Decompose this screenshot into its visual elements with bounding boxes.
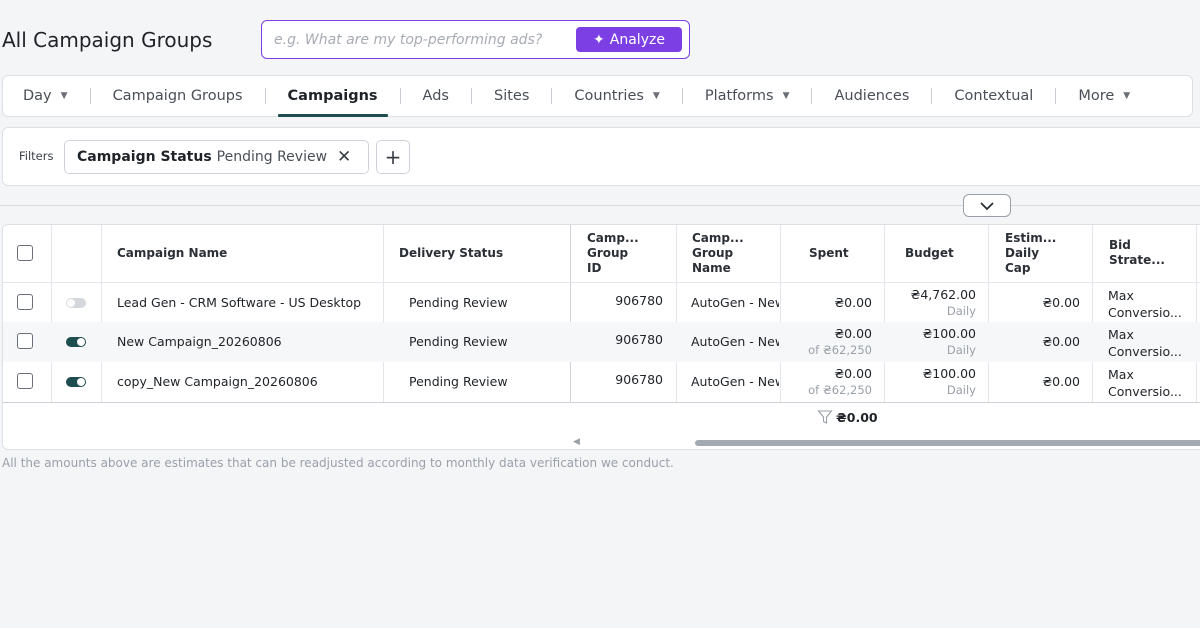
- spent-value: ₴0.00: [834, 326, 872, 341]
- ai-query-input[interactable]: [274, 29, 564, 51]
- filter-bar: Filters Campaign Status Pending Review ✕…: [2, 127, 1200, 186]
- row-checkbox[interactable]: [17, 294, 33, 310]
- campaign-group-id: 906780: [615, 332, 663, 347]
- bid-strategy: Max Conversio...: [1108, 288, 1182, 320]
- filters-label: Filters: [19, 149, 54, 163]
- breakdown-tabs: Day ▼ Campaign Groups Campaigns Ads Sites…: [2, 75, 1193, 117]
- table-row[interactable]: copy_New Campaign_20260806 Pending Revie…: [3, 362, 1200, 402]
- filter-chip-key: Campaign Status: [77, 149, 212, 165]
- scroll-left-arrow-icon[interactable]: ◀: [573, 437, 580, 447]
- spent-value: ₴0.00: [834, 366, 872, 381]
- analyze-button[interactable]: ✦ Analyze: [576, 27, 682, 52]
- tab-sites[interactable]: Sites: [484, 76, 539, 116]
- campaign-name-link[interactable]: Lead Gen - CRM Software - US Desktop: [117, 295, 379, 310]
- delivery-status: Pending Review: [409, 295, 508, 310]
- campaign-group-name[interactable]: AutoGen - New: [691, 334, 779, 349]
- table-row[interactable]: New Campaign_20260806 Pending Review 906…: [3, 322, 1200, 362]
- tab-audiences[interactable]: Audiences: [824, 76, 919, 116]
- row-checkbox[interactable]: [17, 333, 33, 349]
- campaign-group-id: 906780: [615, 293, 663, 308]
- footnote: All the amounts above are estimates that…: [2, 456, 674, 470]
- campaign-group-id: 906780: [615, 372, 663, 387]
- col-header-campaign-name[interactable]: Campaign Name: [117, 246, 227, 261]
- tab-separator: [470, 88, 472, 104]
- tab-more[interactable]: More ▼: [1068, 76, 1140, 116]
- budget-value: ₴100.00: [922, 366, 976, 381]
- col-header-campaign-group-name[interactable]: Camp... Group Name: [692, 231, 744, 276]
- delivery-status: Pending Review: [409, 334, 508, 349]
- add-filter-button[interactable]: +: [376, 140, 410, 174]
- col-header-spent[interactable]: Spent: [809, 246, 849, 261]
- tab-platforms[interactable]: Platforms ▼: [695, 76, 800, 116]
- tab-separator: [931, 88, 933, 104]
- budget-value: ₴100.00: [922, 326, 976, 341]
- collapse-toggle-button[interactable]: [963, 194, 1011, 217]
- tab-separator: [551, 88, 553, 104]
- campaign-name-link[interactable]: New Campaign_20260806: [117, 334, 379, 349]
- tab-separator: [1055, 88, 1057, 104]
- section-divider: [0, 205, 1200, 206]
- tab-campaign-groups[interactable]: Campaign Groups: [103, 76, 253, 116]
- tab-separator: [681, 88, 683, 104]
- bid-strategy: Max Conversio...: [1108, 327, 1182, 359]
- tab-separator: [811, 88, 813, 104]
- select-all-checkbox[interactable]: [17, 245, 33, 261]
- tab-day[interactable]: Day ▼: [13, 76, 78, 116]
- col-header-delivery-status[interactable]: Delivery Status: [399, 246, 503, 261]
- sparkle-icon: ✦: [593, 31, 605, 48]
- caret-down-icon: ▼: [782, 91, 790, 101]
- daily-cap-value: ₴0.00: [1042, 374, 1080, 389]
- delivery-status: Pending Review: [409, 374, 508, 389]
- campaign-status-toggle[interactable]: [66, 298, 86, 308]
- bid-strategy: Max Conversio...: [1108, 367, 1182, 399]
- campaign-group-name[interactable]: AutoGen - New: [691, 295, 779, 310]
- campaign-name-link[interactable]: copy_New Campaign_20260806: [117, 374, 379, 389]
- table-row[interactable]: Lead Gen - CRM Software - US Desktop Pen…: [3, 282, 1200, 322]
- col-header-bid-strategy[interactable]: Bid Strate...: [1109, 238, 1165, 268]
- budget-period: Daily: [946, 383, 976, 397]
- tab-ads[interactable]: Ads: [413, 76, 459, 116]
- col-header-budget[interactable]: Budget: [905, 246, 954, 261]
- tab-contextual[interactable]: Contextual: [944, 76, 1043, 116]
- filter-chip[interactable]: Campaign Status Pending Review ✕: [64, 140, 369, 174]
- totals-divider: [3, 402, 1200, 403]
- filter-icon: [817, 410, 833, 424]
- filter-chip-value: Pending Review: [216, 149, 328, 165]
- page-title: All Campaign Groups: [2, 28, 213, 52]
- col-header-estimated-daily-cap[interactable]: Estim... Daily Cap: [1005, 231, 1056, 276]
- ai-query-box: ✦ Analyze: [261, 20, 690, 59]
- analyze-label: Analyze: [609, 31, 665, 48]
- campaigns-table: Campaign Name Delivery Status Camp... Gr…: [2, 224, 1200, 450]
- budget-period: Daily: [946, 304, 976, 318]
- spent-of-total: of ₴62,250: [808, 383, 872, 397]
- chevron-down-icon: [980, 201, 994, 210]
- budget-value: ₴4,762.00: [910, 287, 976, 302]
- tab-countries[interactable]: Countries ▼: [564, 76, 669, 116]
- row-checkbox[interactable]: [17, 373, 33, 389]
- daily-cap-value: ₴0.00: [1042, 334, 1080, 349]
- tab-separator: [264, 88, 266, 104]
- totals-spent: ₴0.00: [817, 409, 878, 425]
- spent-of-total: of ₴62,250: [808, 343, 872, 357]
- daily-cap-value: ₴0.00: [1042, 295, 1080, 310]
- caret-down-icon: ▼: [652, 91, 660, 101]
- close-icon[interactable]: ✕: [337, 147, 351, 167]
- tab-separator: [89, 88, 91, 104]
- tab-separator: [399, 88, 401, 104]
- campaign-group-name[interactable]: AutoGen - New: [691, 374, 779, 389]
- spent-value: ₴0.00: [834, 295, 872, 310]
- caret-down-icon: ▼: [1123, 91, 1131, 101]
- budget-period: Daily: [946, 343, 976, 357]
- horizontal-scrollbar[interactable]: [695, 440, 1200, 446]
- campaign-status-toggle[interactable]: [66, 377, 86, 387]
- caret-down-icon: ▼: [60, 91, 68, 101]
- tab-campaigns[interactable]: Campaigns: [277, 76, 388, 117]
- campaign-status-toggle[interactable]: [66, 337, 86, 347]
- col-header-campaign-group-id[interactable]: Camp... Group ID: [587, 231, 639, 276]
